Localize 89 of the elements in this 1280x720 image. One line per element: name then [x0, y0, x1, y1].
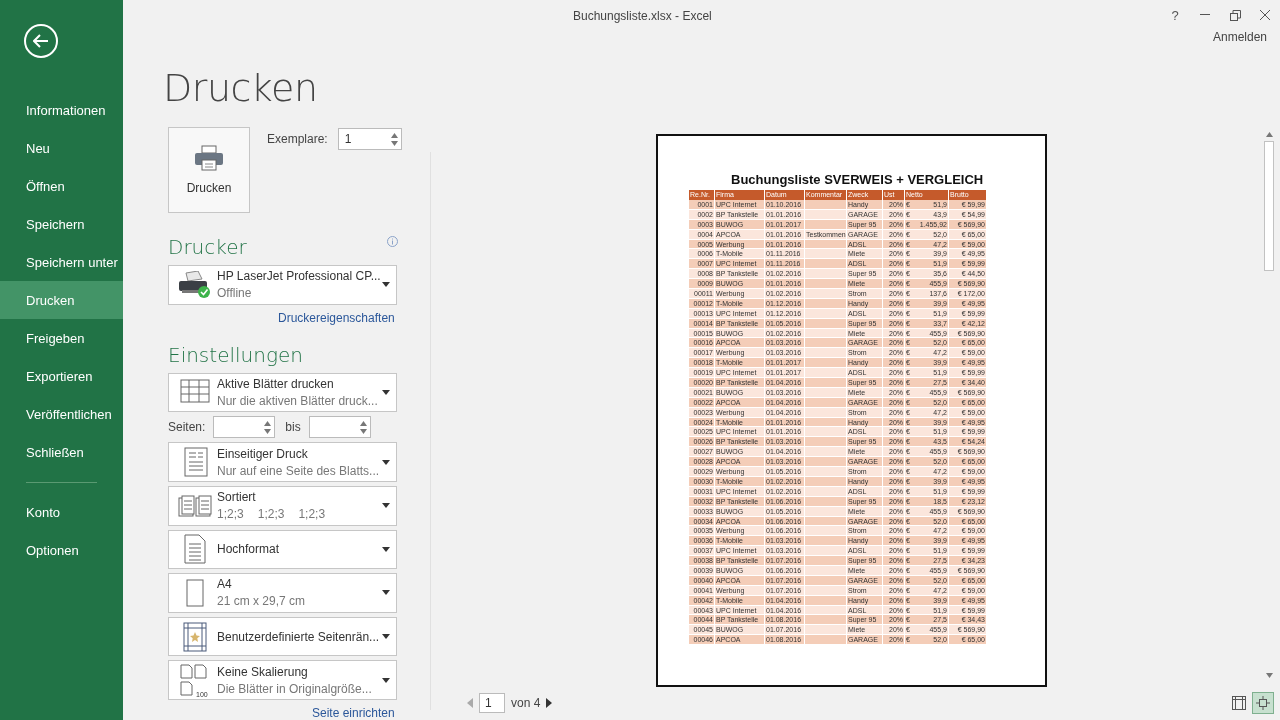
sidebar-item[interactable]: Schließen [0, 433, 123, 471]
dropdown-title: Hochformat [217, 542, 281, 557]
page-heading: Drucken [163, 66, 319, 110]
page-to-field[interactable] [308, 416, 371, 439]
window-title: Buchungsliste.xlsx - Excel [573, 9, 712, 23]
spin-up-icon[interactable] [390, 132, 398, 138]
spin-up-icon[interactable] [264, 420, 272, 426]
sidebar-item[interactable]: Drucken [0, 281, 123, 319]
settings-dropdown[interactable]: Benutzerdefinierte Seitenrän... [168, 616, 397, 657]
page-number-field[interactable]: 1 [479, 693, 505, 713]
printer-icon [194, 145, 224, 171]
sidebar-item[interactable]: Öffnen [0, 167, 123, 205]
spin-down-icon[interactable] [390, 140, 398, 146]
sidebar-item[interactable]: Konto [0, 493, 123, 531]
sidebar-item[interactable]: Exportieren [0, 357, 123, 395]
copies-field[interactable]: 1 [337, 128, 402, 150]
dropdown-title: Sortiert [217, 490, 257, 505]
caret-icon [382, 546, 390, 552]
caret-icon [382, 503, 390, 509]
view-button[interactable] [1252, 692, 1274, 714]
page-setup-link[interactable]: Seite einrichten [312, 706, 395, 720]
dropdown-title: Einseitiger Druck [217, 446, 309, 461]
sidebar-item[interactable]: Freigeben [0, 319, 123, 357]
settings-dropdown[interactable]: Einseitiger Druck Nur auf eine Seite des Blatts... [168, 442, 397, 482]
sheet-title: Buchungsliste SVERWEIS + VERGLEICH [731, 172, 985, 187]
scrollbar-thumb[interactable] [1264, 141, 1274, 271]
dropdown-detail: Die Blätter in Originalgröße... [217, 681, 373, 696]
dropdown-title: Aktive Blätter drucken [217, 376, 335, 391]
collation-order: 1;2;3 [257, 507, 285, 522]
to-label: bis [285, 420, 301, 435]
copies-label: Exemplare: [267, 132, 328, 146]
margins-icon [1232, 696, 1246, 710]
sidebar-item[interactable]: Speichern [0, 205, 123, 243]
next-page-icon[interactable] [546, 698, 553, 708]
dropdown-title: Keine Skalierung [217, 664, 309, 679]
dropdown-detail: 21 cm x 29,7 cm [217, 594, 307, 609]
pages-label: Seiten: [168, 420, 206, 435]
scroll-down-icon[interactable] [1265, 673, 1273, 678]
dropdown-title: Benutzerdefinierte Seitenrän... [217, 629, 381, 644]
caret-icon [382, 459, 390, 465]
scaling-pages-icon [180, 664, 210, 697]
sidebar-item[interactable]: Veröffentlichen [0, 395, 123, 433]
spin-down-icon[interactable] [359, 428, 367, 434]
printer-check-icon [178, 270, 212, 299]
stacked-pages-icon [178, 494, 212, 517]
settings-dropdown[interactable]: Aktive Blätter drucken Nur die aktiven Blätter druck... [168, 372, 397, 413]
printer-status: Offline [217, 286, 253, 301]
dropdown-detail: Nur auf eine Seite des Blatts... [217, 463, 381, 478]
printer-properties-link[interactable]: Druckereigenschaften [278, 310, 395, 325]
page-from-field[interactable] [213, 416, 276, 439]
page-count: von 4 [511, 696, 541, 710]
portrait-page-icon [184, 534, 206, 565]
sidebar-item[interactable]: Optionen [0, 531, 123, 569]
settings-dropdown[interactable]: Sortiert 1;2;3 1;2;3 1;2;3 [168, 485, 397, 526]
minimize-icon [1200, 14, 1210, 16]
printer-dropdown[interactable]: HP LaserJet Professional CP... Offline [168, 265, 397, 305]
collation-order: 1;2;3 [217, 507, 244, 522]
collation-order: 1;2;3 [298, 507, 326, 522]
spin-down-icon[interactable] [264, 428, 272, 434]
restore-icon [1229, 9, 1241, 21]
sidebar-item[interactable]: Informationen [0, 91, 123, 129]
section-heading: Drucker [168, 235, 247, 259]
blank-page-icon [186, 578, 204, 607]
sign-in-link[interactable]: Anmelden [1212, 30, 1267, 52]
spin-up-icon[interactable] [359, 420, 367, 426]
settings-dropdown[interactable]: Hochformat [168, 529, 397, 570]
print-button[interactable]: Drucken [168, 127, 250, 213]
document-icon [182, 447, 208, 478]
caret-icon [382, 634, 390, 640]
sidebar-item[interactable]: Neu [0, 129, 123, 167]
margins-star-icon [183, 621, 207, 652]
back-button[interactable] [24, 24, 58, 58]
back-arrow-icon [33, 34, 49, 48]
help-button[interactable]: ? [1160, 3, 1190, 27]
caret-icon [382, 389, 390, 395]
close-icon [1260, 10, 1270, 20]
dropdown-detail: Nur die aktiven Blätter druck... [217, 393, 379, 408]
scroll-up-icon[interactable] [1265, 132, 1273, 137]
vertical-scrollbar[interactable] [1262, 132, 1276, 678]
caret-icon [382, 677, 390, 683]
dropdown-title: A4 [217, 577, 233, 592]
fit-page-icon [1256, 696, 1270, 710]
section-heading: Einstellungen [168, 342, 303, 367]
printer-name: HP LaserJet Professional CP... [217, 269, 382, 284]
sidebar-item[interactable]: Speichern unter [0, 243, 123, 281]
sheet-grid-icon [180, 379, 210, 406]
caret-icon [382, 590, 390, 596]
caret-icon [382, 282, 390, 288]
settings-dropdown[interactable]: A4 21 cm x 29,7 cm [168, 573, 397, 613]
